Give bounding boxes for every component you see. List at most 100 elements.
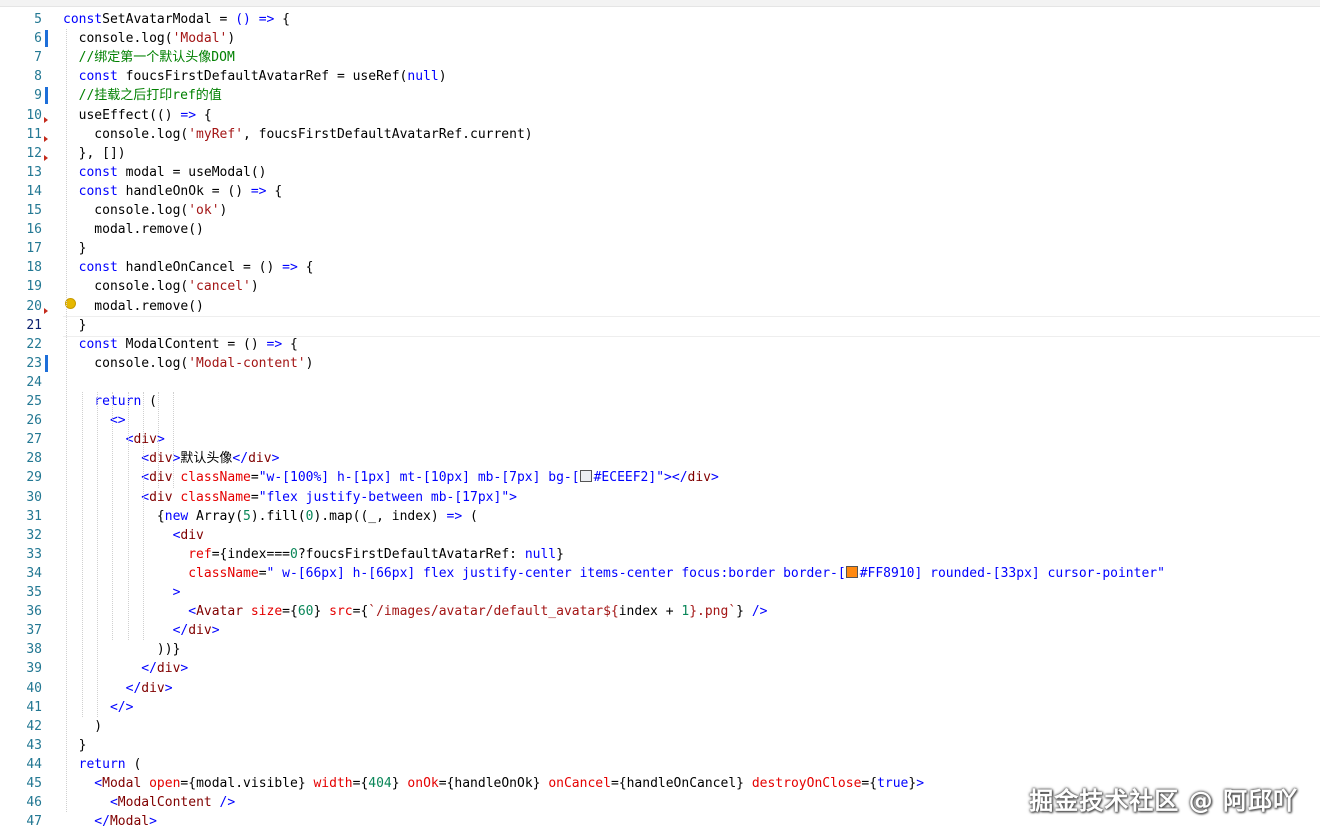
line-number: 27 <box>26 432 42 448</box>
line-number: 40 <box>26 680 42 696</box>
code-line[interactable]: useEffect(() => { <box>63 106 1313 125</box>
line-number: 16 <box>26 222 42 238</box>
code-line[interactable]: return ( <box>63 755 1313 774</box>
code-token: < <box>63 451 150 467</box>
code-line[interactable]: <div className="flex justify-between mb-… <box>63 488 1313 507</box>
deleted-line-marker[interactable] <box>44 116 48 123</box>
code-line[interactable]: </div> <box>63 659 1313 678</box>
code-token: Avatar <box>196 604 244 620</box>
code-line[interactable]: <div> <box>63 430 1313 449</box>
code-token: ) <box>250 279 259 295</box>
code-line[interactable]: ref={index===0?foucsFirstDefaultAvatarRe… <box>63 545 1313 564</box>
code-line[interactable]: console.log('Modal') <box>63 29 1313 48</box>
color-swatch-icon[interactable] <box>845 565 858 578</box>
code-line[interactable]: <Avatar size={60} src={`/images/avatar/d… <box>63 602 1313 621</box>
line-number: 11 <box>26 126 42 142</box>
code-token: ={ <box>861 776 878 791</box>
code-line[interactable]: const foucsFirstDefaultAvatarRef = useRe… <box>63 67 1313 86</box>
code-line[interactable]: modal.remove() <box>63 220 1313 239</box>
code-token: ).map((_, index) <box>313 508 447 524</box>
code-token: className <box>188 565 259 581</box>
code-token: SetAvatarModal <box>102 12 212 27</box>
code-token: }, []) <box>63 145 126 161</box>
code-line[interactable]: } <box>63 316 1313 335</box>
line-number: 18 <box>26 260 42 276</box>
code-line[interactable]: className=" w-[66px] h-[66px] flex justi… <box>63 564 1313 583</box>
code-token: < <box>63 776 103 791</box>
code-token: handleOnOk = () <box>117 183 251 199</box>
code-line[interactable]: ) <box>63 717 1313 736</box>
modified-line-indicator[interactable] <box>45 87 48 105</box>
code-line[interactable]: </div> <box>63 621 1313 640</box>
code-token: #FF8910] rounded-[33px] cursor-pointer" <box>859 565 1165 581</box>
code-line[interactable]: const ModalContent = () => { <box>63 335 1313 354</box>
code-token: 'ok' <box>188 203 220 218</box>
code-line[interactable]: //挂载之后打印ref的值 <box>63 86 1313 105</box>
code-token: </ <box>232 451 249 467</box>
code-line[interactable]: console.log('myRef', foucsFirstDefaultAv… <box>63 125 1313 144</box>
code-token: => <box>446 508 463 524</box>
code-line[interactable]: <> <box>63 411 1313 430</box>
code-token: { <box>297 260 314 276</box>
code-line[interactable]: console.log('ok') <box>63 201 1313 220</box>
code-token: 404 <box>368 776 392 791</box>
code-token: console.log( <box>63 31 173 47</box>
code-line[interactable]: } <box>63 736 1313 755</box>
code-token: => <box>258 12 275 27</box>
line-number: 15 <box>26 203 42 218</box>
code-token: div <box>149 489 173 505</box>
code-line[interactable]: <div>默认头像</div> <box>63 449 1313 468</box>
indent-guide <box>112 392 113 641</box>
line-number: 31 <box>26 508 42 524</box>
code-line[interactable]: <div className="w-[100%] h-[1px] mt-[10p… <box>63 468 1313 487</box>
modified-line-indicator[interactable] <box>45 30 48 48</box>
code-line[interactable] <box>63 373 1313 392</box>
code-token: () <box>235 12 251 27</box>
code-line[interactable]: modal.remove() <box>63 297 1313 316</box>
code-line[interactable]: console.log('Modal-content') <box>63 354 1313 373</box>
code-line[interactable]: const modal = useModal() <box>63 163 1313 182</box>
code-line[interactable]: const handleOnCancel = () => { <box>63 258 1313 277</box>
code-token: ) <box>219 203 228 218</box>
code-line[interactable]: } <box>63 239 1313 258</box>
code-token: div <box>248 451 272 467</box>
deleted-line-marker[interactable] <box>44 136 48 143</box>
modified-line-indicator[interactable] <box>45 354 48 372</box>
code-token: => <box>180 107 197 123</box>
deleted-line-marker[interactable] <box>44 155 48 162</box>
line-number: 23 <box>26 355 42 371</box>
code-token: > <box>180 661 189 677</box>
code-token: } <box>736 604 752 620</box>
code-editor[interactable]: constSetAvatarModal = () => { console.lo… <box>63 10 1313 834</box>
code-token: ref <box>188 546 212 562</box>
code-line[interactable]: ))} <box>63 640 1313 659</box>
code-line[interactable]: return ( <box>63 392 1313 411</box>
line-number: 39 <box>26 661 42 677</box>
code-token: = <box>258 565 267 581</box>
code-token: = <box>211 12 236 27</box>
code-line[interactable]: constSetAvatarModal = () => { <box>63 10 1313 29</box>
code-token: ={handleOnOk} <box>438 776 549 791</box>
code-line[interactable]: {new Array(5).fill(0).map((_, index) => … <box>63 507 1313 526</box>
code-line[interactable]: const handleOnOk = () => { <box>63 182 1313 201</box>
code-token: console.log( <box>63 355 189 371</box>
code-line[interactable]: </div> <box>63 679 1313 698</box>
code-token: 'Modal-content' <box>188 355 306 371</box>
line-number: 32 <box>26 527 42 543</box>
code-token: { <box>274 12 290 27</box>
code-line[interactable]: console.log('cancel') <box>63 277 1313 296</box>
code-line[interactable]: }, []) <box>63 144 1313 163</box>
line-number: 19 <box>26 279 42 295</box>
color-swatch-icon[interactable] <box>579 470 592 483</box>
code-line[interactable]: > <box>63 583 1313 602</box>
code-token: onOk <box>407 776 439 791</box>
code-line[interactable]: <div <box>63 526 1313 545</box>
code-line[interactable]: </> <box>63 698 1313 717</box>
line-number: 24 <box>26 374 42 390</box>
code-line[interactable]: //绑定第一个默认头像DOM <box>63 48 1313 67</box>
line-number: 12 <box>26 145 42 161</box>
deleted-line-marker[interactable] <box>44 307 48 314</box>
code-token: modal = useModal() <box>117 164 267 180</box>
code-token: "flex justify-between mb-[17px]" <box>258 489 510 505</box>
code-token: className <box>180 489 251 505</box>
